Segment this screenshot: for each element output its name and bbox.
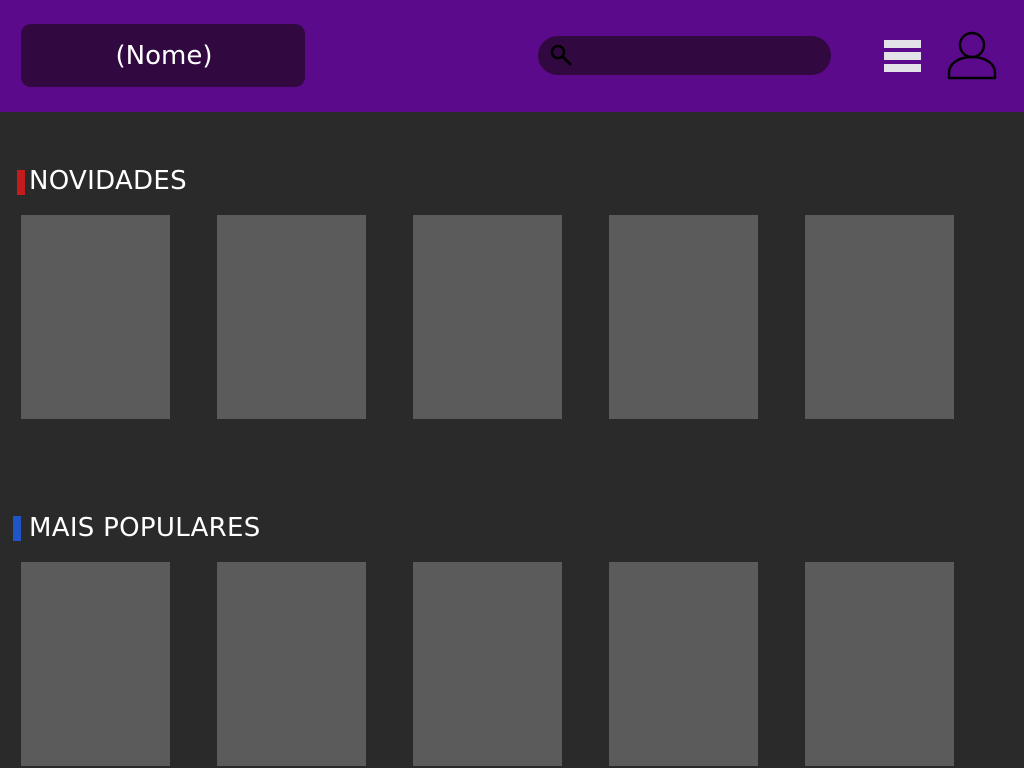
search-bar[interactable] (538, 36, 831, 75)
menu-icon[interactable] (884, 40, 921, 73)
populares-card[interactable] (413, 562, 562, 766)
novidades-card[interactable] (805, 215, 954, 419)
search-icon (550, 44, 572, 66)
populares-section-marker (13, 516, 21, 541)
menu-icon-bar (884, 64, 921, 72)
novidades-section-marker (17, 170, 25, 195)
novidades-card[interactable] (609, 215, 758, 419)
populares-card[interactable] (21, 562, 170, 766)
populares-card[interactable] (805, 562, 954, 766)
brand-name-label: (Nome) (115, 40, 213, 71)
menu-icon-bar (884, 40, 921, 48)
novidades-card[interactable] (21, 215, 170, 419)
menu-icon-bar (884, 52, 921, 60)
profile-icon[interactable] (946, 30, 998, 80)
novidades-card[interactable] (217, 215, 366, 419)
novidades-section-title: NOVIDADES (29, 166, 187, 196)
top-bar: (Nome) (0, 0, 1024, 112)
novidades-card[interactable] (413, 215, 562, 419)
search-input[interactable] (578, 36, 818, 75)
brand-name-button[interactable]: (Nome) (21, 24, 305, 87)
populares-card[interactable] (217, 562, 366, 766)
populares-card[interactable] (609, 562, 758, 766)
populares-section-title: MAIS POPULARES (29, 513, 261, 543)
